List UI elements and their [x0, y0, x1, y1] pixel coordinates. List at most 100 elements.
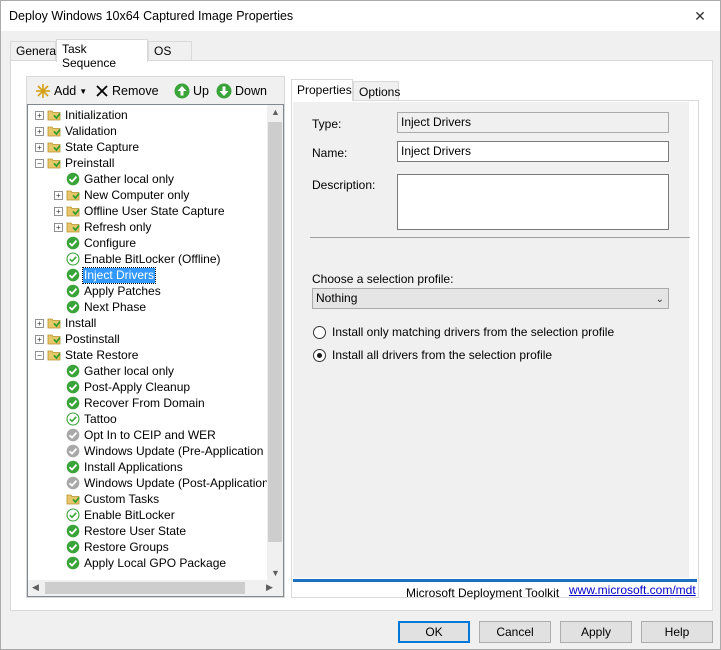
close-icon[interactable]: ✕: [680, 1, 720, 31]
description-field[interactable]: [397, 174, 669, 230]
tree-item[interactable]: Inject Drivers: [54, 266, 157, 284]
down-button[interactable]: Down: [216, 81, 267, 101]
check-icon: [66, 284, 80, 298]
check-icon: [66, 364, 80, 378]
tree-item-label: Tattoo: [84, 411, 117, 426]
folder-icon: [47, 332, 61, 346]
check-icon: [66, 236, 80, 250]
tab-os-info[interactable]: OS Info: [148, 41, 192, 72]
tree-item-label: Gather local only: [84, 363, 175, 378]
tree-item-label: Postinstall: [65, 331, 120, 346]
tree-item[interactable]: Apply Local GPO Package: [54, 555, 227, 571]
window-title: Deploy Windows 10x64 Captured Image Prop…: [9, 9, 294, 23]
collapse-icon[interactable]: −: [35, 350, 44, 360]
tree-item[interactable]: Apply Patches: [54, 283, 162, 299]
task-sequence-tree[interactable]: + Initialization + Validation + State Capture…: [27, 104, 284, 597]
remove-button[interactable]: Remove: [95, 81, 159, 101]
profile-label: Choose a selection profile:: [312, 272, 454, 286]
radio-all-drivers[interactable]: Install all drivers from the selection p…: [313, 348, 552, 362]
folder-icon: [47, 108, 61, 122]
mdt-link[interactable]: www.microsoft.com/mdt: [569, 583, 696, 597]
help-button[interactable]: Help: [641, 621, 713, 643]
scroll-left-icon[interactable]: ◀: [32, 582, 39, 593]
scroll-thumb[interactable]: [268, 122, 282, 542]
tree-item-label: Recover From Domain: [84, 395, 205, 410]
tree-item[interactable]: Restore User State: [54, 523, 187, 539]
folder-icon: [47, 316, 61, 330]
expand-icon[interactable]: +: [35, 126, 44, 136]
tree-item[interactable]: Gather local only: [54, 363, 175, 379]
description-label: Description:: [312, 178, 376, 192]
expand-icon[interactable]: +: [54, 222, 63, 232]
ok-button[interactable]: OK: [398, 621, 470, 643]
chevron-down-icon: ⌄: [655, 294, 664, 305]
radio-circle-selected[interactable]: [313, 348, 326, 362]
tree-item[interactable]: Windows Update (Pre-Application Inst: [54, 443, 284, 459]
tree-item-label: State Restore: [65, 347, 139, 362]
tree-item-label: Windows Update (Pre-Application Inst: [84, 443, 284, 458]
disabled-check-icon: [66, 428, 80, 442]
radio-all-label: Install all drivers from the selection p…: [332, 348, 553, 362]
expand-icon[interactable]: +: [35, 142, 44, 152]
tree-item-label: Initialization: [65, 107, 128, 122]
tree-item[interactable]: − State Restore: [35, 347, 139, 363]
tree-item[interactable]: + Initialization: [35, 107, 129, 123]
name-field[interactable]: Inject Drivers: [397, 141, 669, 162]
sparkle-icon: [36, 84, 50, 98]
add-button[interactable]: Add ▼: [35, 81, 87, 101]
tree-item[interactable]: Windows Update (Post-Application Ins: [54, 475, 283, 491]
hscroll-thumb[interactable]: [45, 582, 245, 594]
tree-item[interactable]: Recover From Domain: [54, 395, 206, 411]
tree-item-label: Enable BitLocker (Offline): [84, 251, 221, 266]
tree-item[interactable]: + Install: [35, 315, 97, 331]
folder-icon: [66, 204, 80, 218]
scroll-down-icon[interactable]: ▼: [271, 568, 280, 578]
tree-item[interactable]: Configure: [54, 235, 137, 251]
radio-matching-drivers[interactable]: Install only matching drivers from the s…: [313, 325, 614, 339]
properties-panel: Type: Inject Drivers Name: Inject Driver…: [291, 100, 699, 600]
tree-item[interactable]: Post-Apply Cleanup: [54, 379, 191, 395]
scroll-right-icon[interactable]: ▶: [266, 582, 273, 593]
tab-task-sequence[interactable]: Task Sequence: [56, 39, 148, 70]
tab-properties[interactable]: Properties: [291, 79, 353, 101]
tab-options[interactable]: Options: [353, 81, 400, 101]
add-label: Add: [54, 84, 77, 98]
scroll-up-icon[interactable]: ▲: [271, 107, 280, 117]
tree-item[interactable]: − Preinstall: [35, 155, 115, 171]
tree-item[interactable]: Custom Tasks: [54, 491, 160, 507]
expand-icon[interactable]: +: [54, 206, 63, 216]
tree-item[interactable]: Restore Groups: [54, 539, 170, 555]
expand-icon[interactable]: +: [35, 110, 44, 120]
radio-circle[interactable]: [313, 325, 326, 339]
tree-item[interactable]: Next Phase: [54, 299, 147, 315]
tree-item[interactable]: Tattoo: [54, 411, 118, 427]
up-button[interactable]: Up: [174, 81, 209, 101]
selection-profile-select[interactable]: Nothing ⌄: [312, 288, 669, 309]
expand-icon[interactable]: +: [35, 318, 44, 328]
tree-item[interactable]: Opt In to CEIP and WER: [54, 427, 217, 443]
tree-item-label: Offline User State Capture: [84, 203, 225, 218]
tree-item-label: Install: [65, 315, 97, 330]
tree-horizontal-scrollbar[interactable]: ◀ ▶: [28, 580, 283, 596]
tree-item[interactable]: Enable BitLocker: [54, 507, 176, 523]
expand-icon[interactable]: +: [54, 190, 63, 200]
down-label: Down: [235, 84, 267, 98]
tree-item[interactable]: + Refresh only: [54, 219, 152, 235]
tree-item[interactable]: + Validation: [35, 123, 118, 139]
expand-icon[interactable]: +: [35, 334, 44, 344]
tree-item[interactable]: + Offline User State Capture: [54, 203, 226, 219]
cancel-button[interactable]: Cancel: [479, 621, 551, 643]
tree-item[interactable]: + New Computer only: [54, 187, 190, 203]
collapse-icon[interactable]: −: [35, 158, 44, 168]
tree-item[interactable]: + Postinstall: [35, 331, 121, 347]
check-outline-icon: [66, 508, 80, 522]
check-icon: [66, 396, 80, 410]
tree-item[interactable]: Install Applications: [54, 459, 184, 475]
tab-general[interactable]: General: [10, 41, 59, 61]
tree-vertical-scrollbar[interactable]: ▲ ▼: [267, 105, 283, 580]
tree-item[interactable]: + State Capture: [35, 139, 140, 155]
tree-item[interactable]: Gather local only: [54, 171, 175, 187]
tree-item[interactable]: Enable BitLocker (Offline): [54, 251, 222, 267]
apply-button[interactable]: Apply: [560, 621, 632, 643]
tree-item-label: Inject Drivers: [81, 266, 157, 284]
